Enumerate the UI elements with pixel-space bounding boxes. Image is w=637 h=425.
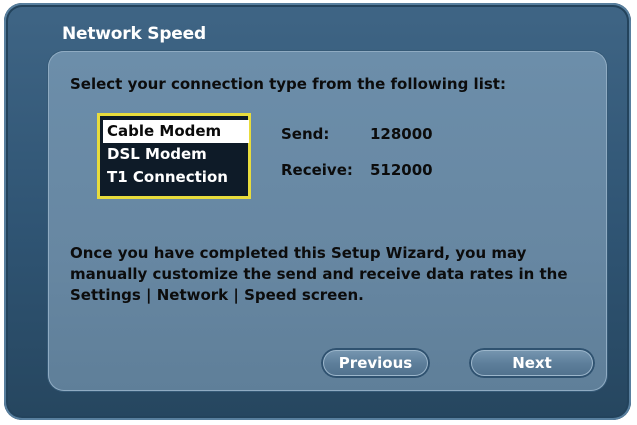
send-rate-row: Send: 128000 <box>281 121 433 157</box>
send-value: 128000 <box>370 125 433 143</box>
receive-label: Receive: <box>281 161 353 179</box>
connection-option-t1-connection[interactable]: T1 Connection <box>103 166 249 189</box>
content-panel: Select your connection type from the fol… <box>48 51 607 391</box>
connection-option-dsl-modem[interactable]: DSL Modem <box>103 143 249 166</box>
receive-value: 512000 <box>370 161 433 179</box>
window-title: Network Speed <box>62 24 206 44</box>
network-speed-window: Network Speed Select your connection typ… <box>4 3 631 420</box>
connection-type-list[interactable]: Cable Modem DSL Modem T1 Connection <box>97 113 251 199</box>
send-label: Send: <box>281 125 330 143</box>
next-button[interactable]: Next <box>469 348 595 378</box>
receive-rate-row: Receive: 512000 <box>281 157 433 193</box>
instruction-text: Select your connection type from the fol… <box>70 75 506 93</box>
rates-readout: Send: 128000 Receive: 512000 <box>281 121 433 193</box>
previous-button[interactable]: Previous <box>321 348 430 378</box>
setup-note-text: Once you have completed this Setup Wizar… <box>70 244 568 304</box>
connection-option-cable-modem[interactable]: Cable Modem <box>103 120 249 143</box>
